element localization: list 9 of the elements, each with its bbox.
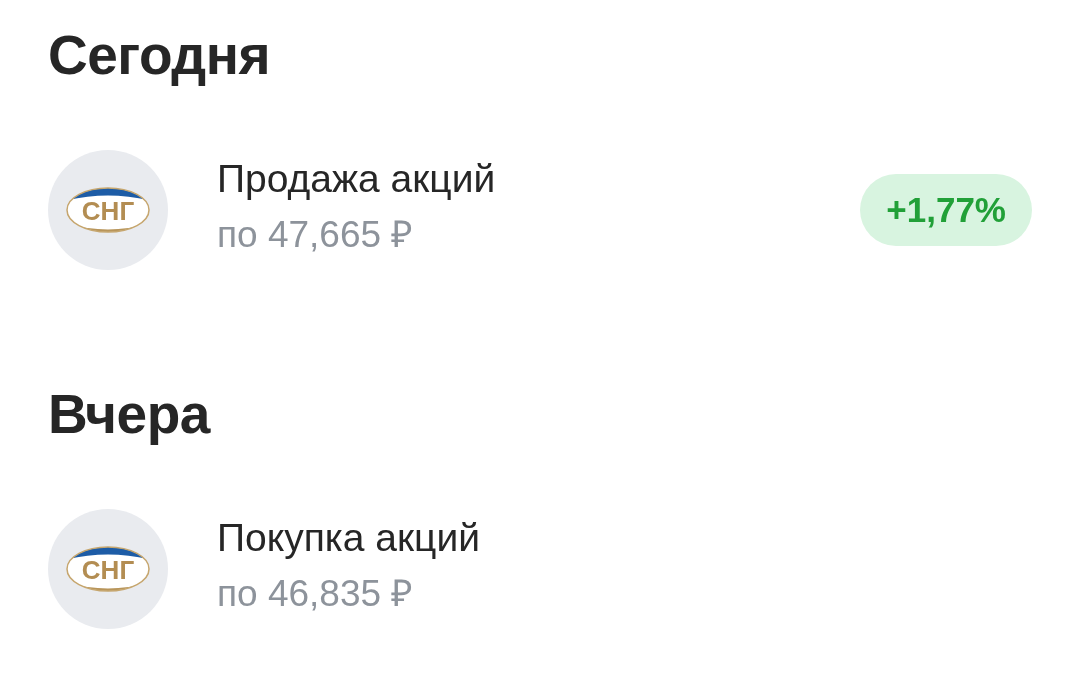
operation-title: Продажа акций [217,156,497,202]
section-heading: Вчера [48,382,212,447]
company-logo: СНГ [48,509,168,629]
company-logo: СНГ [48,150,168,270]
section-heading: Сегодня [48,23,272,88]
price-change-badge: +1,77% [860,174,1032,246]
operation-price: по 46,835 ₽ [217,572,415,616]
operation-title: Покупка акций [217,515,481,561]
operation-price: по 47,665 ₽ [217,213,415,257]
